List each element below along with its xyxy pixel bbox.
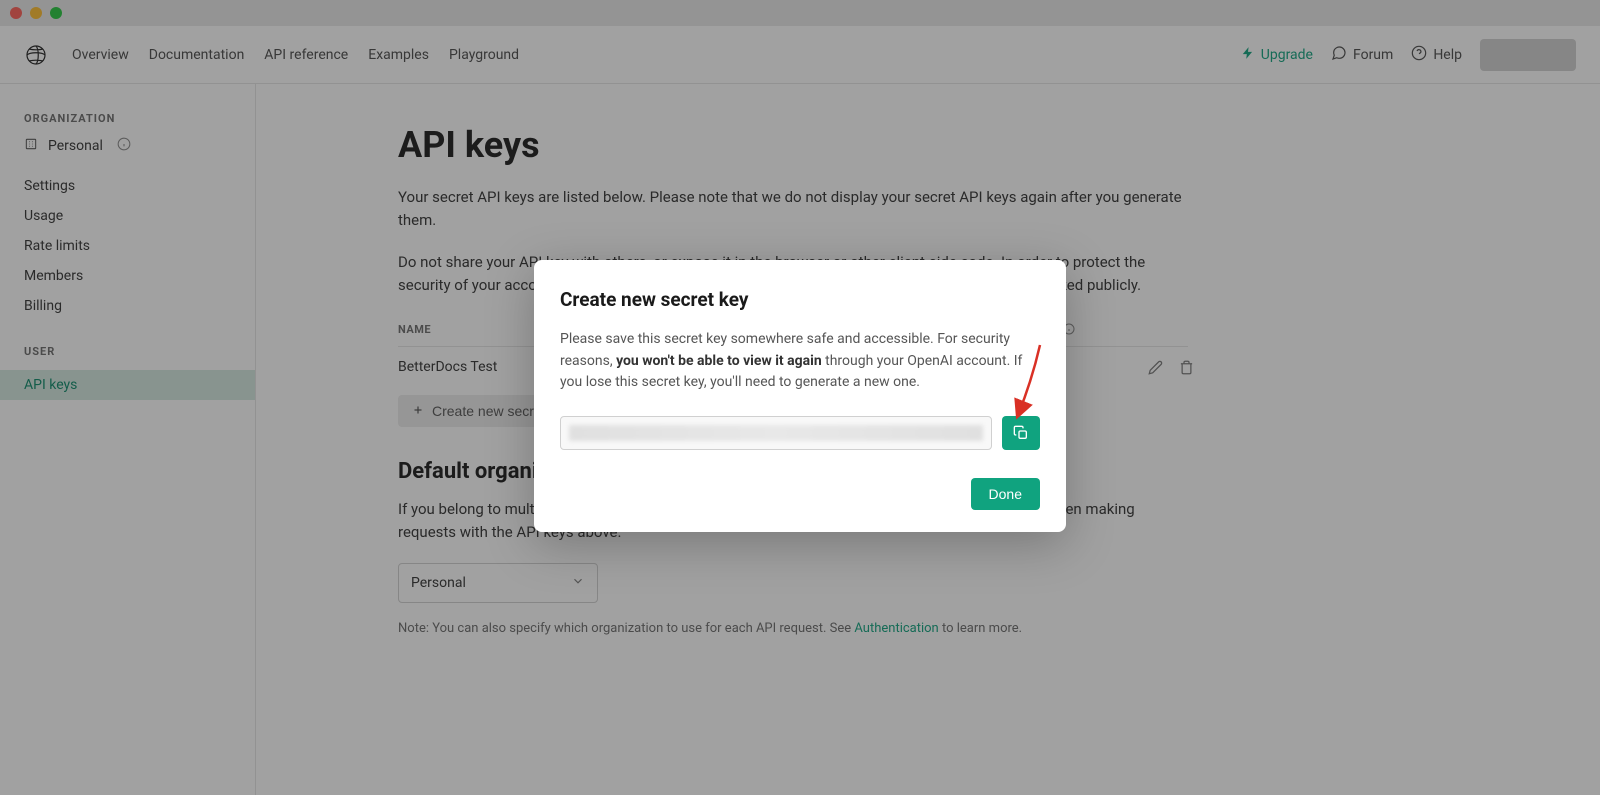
copy-icon xyxy=(1013,425,1029,441)
secret-key-value-masked xyxy=(569,425,983,441)
done-button[interactable]: Done xyxy=(971,478,1040,510)
modal-description: Please save this secret key somewhere sa… xyxy=(560,329,1040,394)
modal-title: Create new secret key xyxy=(560,288,1040,311)
secret-key-field[interactable] xyxy=(560,416,992,450)
copy-key-button[interactable] xyxy=(1002,416,1040,450)
modal-overlay[interactable]: Create new secret key Please save this s… xyxy=(0,0,1600,795)
create-key-modal: Create new secret key Please save this s… xyxy=(534,260,1066,532)
